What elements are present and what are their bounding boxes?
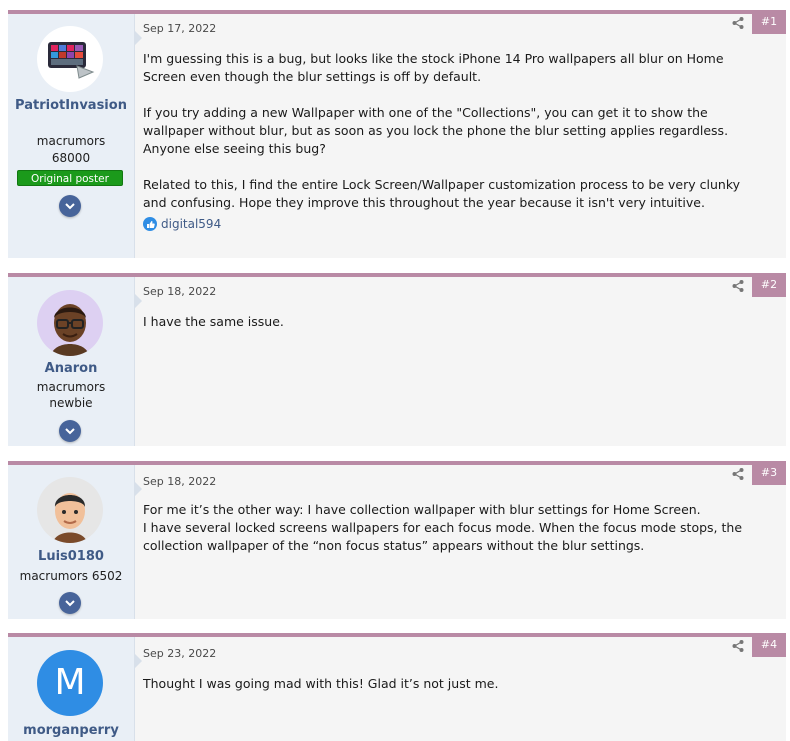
like-icon: [143, 217, 157, 231]
message-paragraph: Related to this, I find the entire Lock …: [143, 177, 741, 210]
avatar[interactable]: [37, 26, 103, 92]
user-title-level: newbie: [49, 396, 93, 410]
message-body: Thought I was going mad with this! Glad …: [143, 675, 750, 711]
username[interactable]: morganperry: [12, 722, 130, 740]
user-cell: Anaron macrumors newbie: [8, 277, 135, 446]
user-cell: M morganperry: [8, 637, 135, 741]
message-paragraph: If you try adding a new Wallpaper with o…: [143, 105, 729, 156]
post-number[interactable]: #4: [752, 633, 786, 657]
share-icon[interactable]: [732, 639, 744, 653]
message-body: I have the same issue.: [143, 313, 750, 349]
post-arrow: [134, 653, 142, 669]
message-body: I'm guessing this is a bug, but looks li…: [143, 50, 750, 230]
avatar[interactable]: [37, 477, 103, 543]
user-cell: Luis0180 macrumors 6502: [8, 465, 135, 619]
post-2: Anaron macrumors newbie Sep 18, 2022 #2 …: [8, 273, 786, 446]
expand-user-button[interactable]: [59, 195, 81, 217]
share-icon[interactable]: [732, 16, 744, 30]
message-line: For me it’s the other way: I have collec…: [143, 502, 701, 517]
chevron-down-icon: [65, 428, 75, 435]
post-3: Luis0180 macrumors 6502 Sep 18, 2022 #3 …: [8, 461, 786, 619]
post-4: M morganperry Sep 23, 2022 #4 Thought I …: [8, 633, 786, 741]
avatar[interactable]: M: [37, 650, 103, 716]
chevron-down-icon: [65, 600, 75, 607]
message-paragraph: Thought I was going mad with this! Glad …: [143, 676, 499, 691]
share-icon[interactable]: [732, 467, 744, 481]
message-body: For me it’s the other way: I have collec…: [143, 501, 750, 555]
avatar[interactable]: [37, 290, 103, 356]
avatar-letter: M: [54, 662, 86, 703]
user-title: macrumors: [36, 380, 106, 394]
post-number[interactable]: #3: [752, 461, 786, 485]
share-icon[interactable]: [732, 279, 744, 293]
username[interactable]: Luis0180: [12, 548, 130, 566]
post-arrow: [134, 293, 142, 309]
post-number[interactable]: #1: [752, 10, 786, 34]
post-number[interactable]: #2: [752, 273, 786, 297]
post-arrow: [134, 30, 142, 46]
user-cell: PatriotInvasion macrumors 68000 Original…: [8, 14, 135, 258]
post-date[interactable]: Sep 17, 2022: [143, 22, 216, 35]
post-date[interactable]: Sep 23, 2022: [143, 647, 216, 660]
user-title: macrumors: [36, 134, 106, 148]
reaction-username[interactable]: digital594: [161, 217, 221, 231]
post-arrow: [134, 481, 142, 497]
user-title-level: 68000: [51, 151, 91, 165]
reactions-bar: digital594: [143, 217, 221, 231]
username[interactable]: PatriotInvasion: [12, 97, 130, 115]
chevron-down-icon: [65, 203, 75, 210]
username[interactable]: Anaron: [12, 360, 130, 378]
original-poster-badge: Original poster: [17, 170, 123, 186]
expand-user-button[interactable]: [59, 592, 81, 614]
user-title: macrumors 6502: [19, 569, 123, 583]
post-1: PatriotInvasion macrumors 68000 Original…: [8, 10, 786, 258]
post-date[interactable]: Sep 18, 2022: [143, 475, 216, 488]
message-paragraph: I'm guessing this is a bug, but looks li…: [143, 51, 724, 84]
message-paragraph: I have the same issue.: [143, 314, 284, 329]
expand-user-button[interactable]: [59, 420, 81, 442]
post-date[interactable]: Sep 18, 2022: [143, 285, 216, 298]
message-line: I have several locked screens wallpapers…: [143, 520, 743, 553]
